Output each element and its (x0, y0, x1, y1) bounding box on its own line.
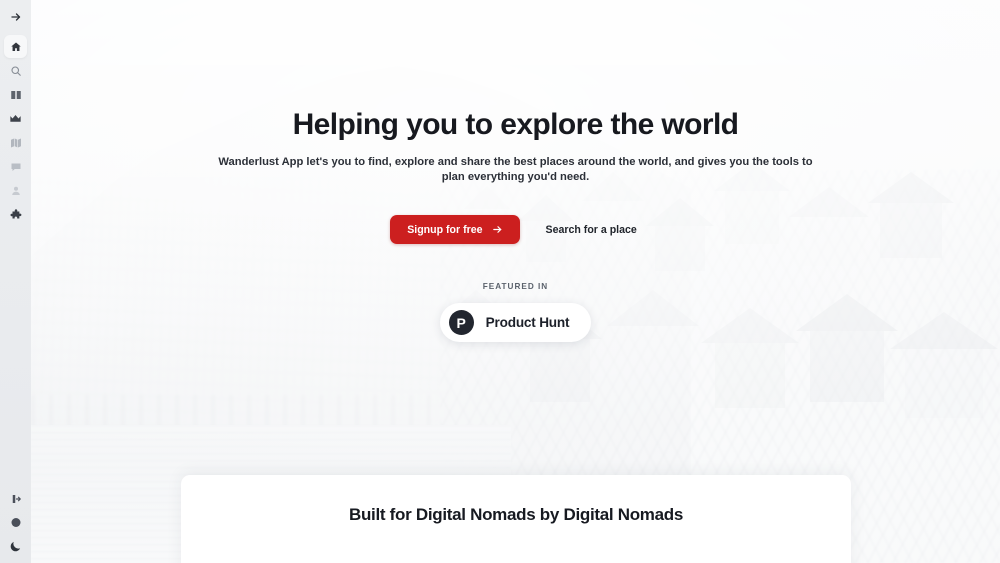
sidebar-item-premium[interactable] (4, 107, 27, 130)
help-chat-icon (10, 517, 22, 529)
home-icon (10, 41, 22, 53)
arrow-right-icon (10, 11, 22, 23)
sidebar-item-logout[interactable] (4, 487, 27, 510)
product-hunt-logo-icon: P (448, 310, 474, 336)
section-title: Built for Digital Nomads by Digital Noma… (348, 505, 684, 524)
book-icon (10, 89, 22, 101)
search-for-a-place-button[interactable]: Search for a place (542, 219, 641, 242)
sidebar-item-integrations[interactable] (4, 203, 27, 226)
arrow-right-icon (492, 224, 503, 235)
signup-button-label: Signup for free (407, 223, 483, 236)
sidebar-item-guides[interactable] (4, 83, 27, 106)
crown-icon (9, 112, 22, 125)
hero-cta-row: Signup for free Search for a place (390, 215, 641, 245)
sidebar (0, 0, 31, 563)
sidebar-item-home[interactable] (4, 35, 27, 58)
logout-icon (10, 493, 22, 505)
sidebar-item-messages[interactable] (4, 155, 27, 178)
app-root: Helping you to explore the world Wanderl… (0, 0, 1000, 563)
hero-subtitle: Wanderlust App let's you to find, explor… (218, 155, 813, 183)
sidebar-item-dark-mode-toggle[interactable] (4, 535, 27, 558)
page-title: Helping you to explore the world (292, 108, 739, 141)
signup-for-free-button[interactable]: Signup for free (390, 215, 520, 245)
puzzle-icon (9, 208, 22, 221)
sidebar-item-help[interactable] (4, 511, 27, 534)
digital-nomads-section-card: Built for Digital Nomads by Digital Noma… (181, 475, 851, 563)
sidebar-item-community[interactable] (4, 179, 27, 202)
users-icon (10, 185, 22, 197)
sidebar-item-expand-sidebar[interactable] (4, 5, 27, 28)
map-icon (10, 137, 22, 149)
sidebar-item-search[interactable] (4, 59, 27, 82)
sidebar-item-map[interactable] (4, 131, 27, 154)
featured-in-label: FEATURED IN (482, 282, 549, 292)
chat-bubble-icon (10, 161, 22, 173)
product-hunt-badge[interactable]: P Product Hunt (439, 303, 592, 343)
moon-icon (9, 540, 22, 553)
product-hunt-label: Product Hunt (485, 315, 570, 331)
hero-section: Helping you to explore the world Wanderl… (31, 0, 1000, 343)
search-icon (10, 65, 22, 77)
